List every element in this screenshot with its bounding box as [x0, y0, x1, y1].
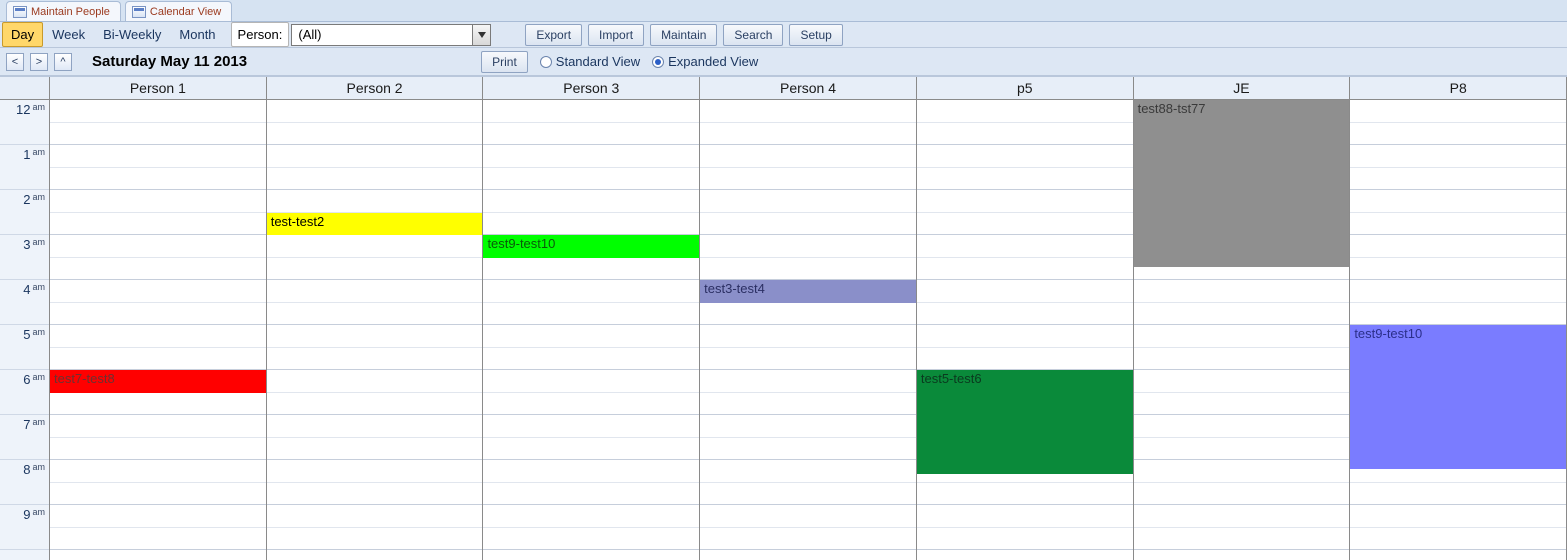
radio-label: Expanded View — [668, 54, 758, 69]
view-tab-month[interactable]: Month — [170, 22, 224, 47]
person-header: Person 3 — [483, 77, 700, 99]
prev-button[interactable]: < — [6, 53, 24, 71]
view-mode-expanded[interactable]: Expanded View — [652, 54, 758, 69]
import-button[interactable]: Import — [588, 24, 644, 46]
person-header: p5 — [917, 77, 1134, 99]
calendar-event[interactable]: test-test2 — [267, 213, 483, 236]
time-slot: 3am — [0, 235, 49, 280]
radio-icon — [652, 56, 664, 68]
person-header: JE — [1134, 77, 1351, 99]
tab-label: Maintain People — [31, 6, 110, 18]
date-title: Saturday May 11 2013 — [92, 53, 247, 70]
setup-button[interactable]: Setup — [789, 24, 842, 46]
export-button[interactable]: Export — [525, 24, 582, 46]
calendar-event[interactable]: test9-test10 — [1350, 325, 1566, 469]
radio-label: Standard View — [556, 54, 640, 69]
person-filter-select[interactable]: (All) — [291, 24, 491, 46]
calendar-event[interactable]: test88-tst77 — [1134, 100, 1350, 267]
calendar-event[interactable]: test7-test8 — [50, 370, 266, 393]
toolbar-main: Day Week Bi-Weekly Month Person: (All) E… — [0, 22, 1567, 48]
person-column[interactable]: test88-tst77 — [1134, 100, 1351, 560]
person-column[interactable]: test9-test10 — [1350, 100, 1567, 560]
document-tabs: Maintain People Calendar View — [0, 0, 1567, 22]
person-header: Person 4 — [700, 77, 917, 99]
person-filter-value: (All) — [292, 27, 472, 42]
time-slot: 5am — [0, 325, 49, 370]
view-tab-biweekly[interactable]: Bi-Weekly — [94, 22, 170, 47]
form-icon — [132, 6, 146, 18]
next-button[interactable]: > — [30, 53, 48, 71]
view-mode-standard[interactable]: Standard View — [540, 54, 640, 69]
view-tab-week[interactable]: Week — [43, 22, 94, 47]
time-slot: 1am — [0, 145, 49, 190]
time-slot: 6am — [0, 370, 49, 415]
person-column[interactable]: test7-test8 — [50, 100, 267, 560]
search-button[interactable]: Search — [723, 24, 783, 46]
print-button[interactable]: Print — [481, 51, 528, 73]
view-tab-day[interactable]: Day — [2, 22, 43, 47]
up-button[interactable]: ^ — [54, 53, 72, 71]
dropdown-icon[interactable] — [472, 25, 490, 45]
time-slot: 8am — [0, 460, 49, 505]
calendar-event[interactable]: test5-test6 — [917, 370, 1133, 474]
person-column[interactable]: test-test2 — [267, 100, 484, 560]
form-icon — [13, 6, 27, 18]
calendar-grid[interactable]: 12am1am2am3am4am5am6am7am8am9am test7-te… — [0, 100, 1567, 560]
time-slot: 7am — [0, 415, 49, 460]
calendar-event[interactable]: test3-test4 — [700, 280, 916, 303]
tab-label: Calendar View — [150, 6, 221, 18]
time-slot: 12am — [0, 100, 49, 145]
time-slot: 9am — [0, 505, 49, 550]
time-column-header — [0, 77, 50, 99]
calendar-event[interactable]: test9-test10 — [483, 235, 699, 258]
time-column: 12am1am2am3am4am5am6am7am8am9am — [0, 100, 50, 560]
person-column[interactable]: test9-test10 — [483, 100, 700, 560]
person-header: Person 1 — [50, 77, 267, 99]
radio-icon — [540, 56, 552, 68]
calendar-header-row: Person 1Person 2Person 3Person 4p5JEP8 — [0, 76, 1567, 100]
person-column[interactable]: test5-test6 — [917, 100, 1134, 560]
person-header: P8 — [1350, 77, 1567, 99]
person-header: Person 2 — [267, 77, 484, 99]
person-filter-label: Person: — [231, 22, 290, 47]
time-slot: 4am — [0, 280, 49, 325]
toolbar-date: < > ^ Saturday May 11 2013 Print Standar… — [0, 48, 1567, 76]
time-slot: 2am — [0, 190, 49, 235]
person-column[interactable]: test3-test4 — [700, 100, 917, 560]
calendar: Person 1Person 2Person 3Person 4p5JEP8 1… — [0, 76, 1567, 560]
tab-calendar-view[interactable]: Calendar View — [125, 1, 232, 21]
tab-maintain-people[interactable]: Maintain People — [6, 1, 121, 21]
maintain-button[interactable]: Maintain — [650, 24, 717, 46]
